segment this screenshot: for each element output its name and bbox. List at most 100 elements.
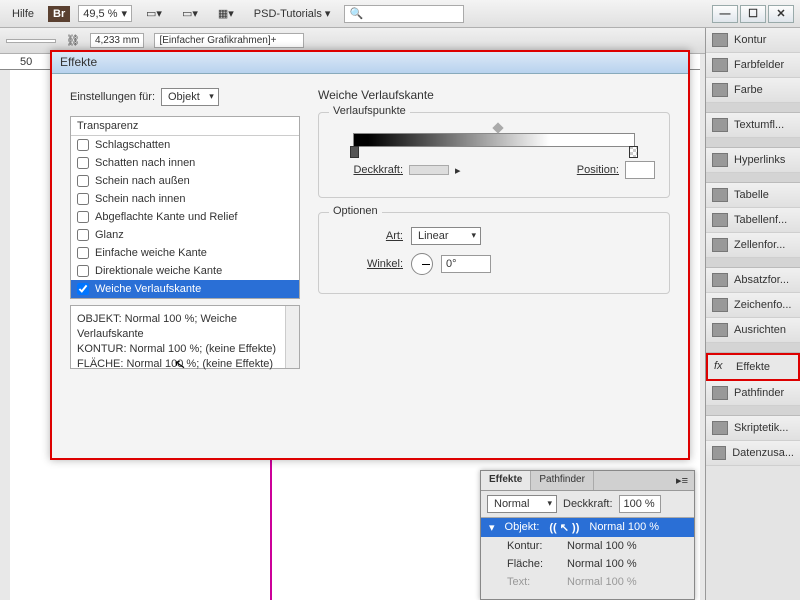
minimize-button[interactable]: — <box>712 5 738 23</box>
effect-item-glanz[interactable]: Glanz <box>71 226 299 244</box>
panel-label: Zeichenfo... <box>734 299 791 311</box>
panel-skriptetiketten[interactable]: Skriptetik... <box>706 416 800 441</box>
midpoint-icon[interactable] <box>492 122 503 133</box>
effect-checkbox[interactable] <box>77 247 89 259</box>
panel-hyperlinks[interactable]: Hyperlinks <box>706 148 800 173</box>
settings-for-dropdown[interactable]: Objekt <box>161 88 219 106</box>
effect-checkbox[interactable] <box>77 265 89 277</box>
panel-tabellenformate[interactable]: Tabellenf... <box>706 208 800 233</box>
char-icon <box>712 298 728 312</box>
disclosure-icon: ▾ <box>489 521 495 534</box>
close-button[interactable]: ✕ <box>768 5 794 23</box>
table-icon <box>712 188 728 202</box>
slider-arrow-icon[interactable]: ▸ <box>455 164 461 177</box>
effect-checkbox[interactable] <box>77 283 89 295</box>
panel-datenzusammenfuehrung[interactable]: Datenzusa... <box>706 441 800 466</box>
panel-dock: Kontur Farbfelder Farbe Textumfl... Hype… <box>705 28 800 600</box>
panel-label: Skriptetik... <box>734 422 788 434</box>
panel-pathfinder[interactable]: Pathfinder <box>706 381 800 406</box>
effect-item-einfache-kante[interactable]: Einfache weiche Kante <box>71 244 299 262</box>
effect-label: Schein nach innen <box>95 193 186 205</box>
row-val: Normal 100 % <box>589 521 659 534</box>
panel-farbe[interactable]: Farbe <box>706 78 800 103</box>
panel-absatzformate[interactable]: Absatzfor... <box>706 268 800 293</box>
effect-item-schlagschatten[interactable]: Schlagschatten <box>71 136 299 154</box>
stroke-field[interactable]: 4,233 mm <box>90 33 144 48</box>
summary-scrollbar[interactable] <box>285 306 299 368</box>
panel-label: Effekte <box>736 361 770 373</box>
panel-menu-icon[interactable]: ▸≡ <box>670 471 694 490</box>
list-row-kontur[interactable]: Kontur:Normal 100 % <box>481 537 694 555</box>
list-row-text[interactable]: Text:Normal 100 % <box>481 573 694 591</box>
panel-textumfluss[interactable]: Textumfl... <box>706 113 800 138</box>
tab-pathfinder[interactable]: Pathfinder <box>531 471 594 490</box>
psd-tutorials-menu[interactable]: PSD-Tutorials ▾ <box>248 7 337 20</box>
effect-item-weiche-verlaufskante[interactable]: Weiche Verlaufskante <box>71 280 299 298</box>
effect-checkbox[interactable] <box>77 211 89 223</box>
panel-zellenformate[interactable]: Zellenfor... <box>706 233 800 258</box>
effect-checkbox[interactable] <box>77 193 89 205</box>
effect-label: Weiche Verlaufskante <box>95 283 201 295</box>
angle-dial[interactable] <box>411 253 433 275</box>
panel-label: Tabellenf... <box>734 214 787 226</box>
arrange-icon[interactable]: ▦▾ <box>212 7 240 20</box>
cellfmt-icon <box>712 238 728 252</box>
tablefmt-icon <box>712 213 728 227</box>
screen-mode-icon[interactable]: ▭▾ <box>176 7 204 20</box>
window-controls: — ☐ ✕ <box>712 5 794 23</box>
zoom-level[interactable]: 49,5 % ▾ <box>78 5 132 22</box>
panel-label: Ausrichten <box>734 324 786 336</box>
effects-floating-panel: Effekte Pathfinder ▸≡ Normal Deckkraft: … <box>480 470 695 600</box>
row-name: Objekt: <box>505 521 540 534</box>
gradient-stop-left[interactable] <box>350 146 359 158</box>
list-row-flaeche[interactable]: Fläche:Normal 100 % <box>481 555 694 573</box>
gradient-stop-right[interactable] <box>629 146 638 158</box>
dim-field[interactable] <box>6 39 56 43</box>
help-menu[interactable]: Hilfe <box>6 8 40 20</box>
effect-checkbox[interactable] <box>77 157 89 169</box>
effect-item-schatten-innen[interactable]: Schatten nach innen <box>71 154 299 172</box>
type-label: Art: <box>333 230 403 242</box>
blend-mode-dropdown[interactable]: Normal <box>487 495 557 513</box>
view-mode-icon[interactable]: ▭▾ <box>140 7 168 20</box>
effect-item-direktionale-kante[interactable]: Direktionale weiche Kante <box>71 262 299 280</box>
dialog-titlebar[interactable]: Effekte <box>52 52 688 74</box>
effect-checkbox[interactable] <box>77 229 89 241</box>
chain-icon[interactable]: ⛓ <box>66 34 80 47</box>
panel-zeichenformate[interactable]: Zeichenfo... <box>706 293 800 318</box>
stroke-icon <box>712 33 728 47</box>
gradient-ramp[interactable] <box>353 133 635 147</box>
angle-input[interactable] <box>441 255 491 273</box>
opacity-value[interactable]: 100 % <box>619 495 661 513</box>
effect-item-schein-innen[interactable]: Schein nach innen <box>71 190 299 208</box>
script-icon <box>712 421 728 435</box>
bridge-button[interactable]: Br <box>48 6 70 22</box>
row-name: Kontur: <box>507 540 557 552</box>
maximize-button[interactable]: ☐ <box>740 5 766 23</box>
opacity-slider[interactable] <box>409 165 449 175</box>
row-val: Normal 100 % <box>567 558 637 570</box>
effects-list: Transparenz Schlagschatten Schatten nach… <box>70 116 300 299</box>
effect-item-bevel[interactable]: Abgeflachte Kante und Relief <box>71 208 299 226</box>
fx-icon: fx <box>714 360 730 374</box>
summary-line: KONTUR: Normal 100 %; (keine Effekte) <box>77 342 293 357</box>
settings-for-label: Einstellungen für: <box>70 91 155 103</box>
panel-farbfelder[interactable]: Farbfelder <box>706 53 800 78</box>
effects-list-header[interactable]: Transparenz <box>71 117 299 136</box>
effect-checkbox[interactable] <box>77 139 89 151</box>
type-dropdown[interactable]: Linear <box>411 227 481 245</box>
float-tabs: Effekte Pathfinder ▸≡ <box>481 471 694 491</box>
position-input[interactable] <box>625 161 655 179</box>
tab-effekte[interactable]: Effekte <box>481 471 531 490</box>
list-row-objekt[interactable]: ▾Objekt:(( ↖ ))Normal 100 % <box>481 518 694 537</box>
panel-kontur[interactable]: Kontur <box>706 28 800 53</box>
panel-effekte[interactable]: fx Effekte <box>706 353 800 381</box>
panel-label: Datenzusa... <box>732 447 794 459</box>
frame-style-dropdown[interactable]: [Einfacher Grafikrahmen]+ <box>154 33 304 48</box>
panel-tabelle[interactable]: Tabelle <box>706 183 800 208</box>
align-icon <box>712 323 728 337</box>
effect-item-schein-aussen[interactable]: Schein nach außen <box>71 172 299 190</box>
effect-checkbox[interactable] <box>77 175 89 187</box>
panel-ausrichten[interactable]: Ausrichten <box>706 318 800 343</box>
search-input[interactable]: 🔍 <box>344 5 464 23</box>
